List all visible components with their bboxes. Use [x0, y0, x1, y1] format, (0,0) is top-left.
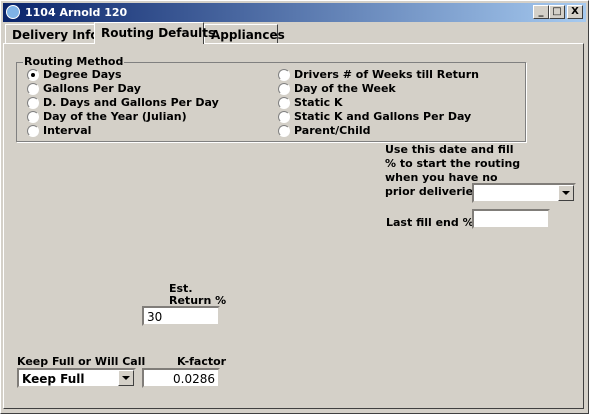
radio-button[interactable]	[27, 111, 39, 123]
radio-button[interactable]	[27, 97, 39, 109]
minimize-button[interactable]: _	[533, 5, 549, 19]
window-title: 1104 Arnold 120	[25, 6, 128, 19]
radio-selected-dot	[31, 73, 35, 77]
dropdown-button[interactable]	[118, 370, 134, 386]
radio-button[interactable]	[278, 111, 290, 123]
radio-button[interactable]	[27, 83, 39, 95]
fill-date-label-line-4: prior deliveries	[385, 185, 480, 198]
radio-button[interactable]	[278, 69, 290, 81]
fill-date-label-line-1: Use this date and fill	[385, 143, 514, 156]
est-return-input[interactable]: 30	[142, 306, 220, 326]
radio-button[interactable]	[278, 125, 290, 137]
maximize-button[interactable]: □	[549, 5, 565, 19]
routing-method-label: Routing Method	[23, 55, 125, 68]
radio-button[interactable]	[278, 83, 290, 95]
tab-appliances[interactable]: Appliances	[204, 24, 285, 43]
radio-label: Static K and Gallons Per Day	[294, 110, 472, 123]
radio-label: Drivers # of Weeks till Return	[294, 68, 480, 81]
radio-label: Interval	[43, 124, 92, 137]
kfactor-label: K-factor	[177, 355, 227, 368]
keep-full-dropdown[interactable]: Keep Full	[17, 368, 136, 388]
radio-label: D. Days and Gallons Per Day	[43, 96, 219, 109]
radio-button[interactable]	[278, 97, 290, 109]
radio-label: Degree Days	[43, 68, 122, 81]
keep-full-label: Keep Full or Will Call	[17, 355, 146, 368]
app-globe-icon	[6, 5, 20, 19]
close-button[interactable]: X	[567, 5, 583, 19]
radio-label: Day of the Year (Julian)	[43, 110, 187, 123]
radio-label: Parent/Child	[294, 124, 371, 137]
keep-full-value: Keep Full	[22, 372, 85, 386]
chevron-down-icon	[122, 376, 130, 380]
title-bar[interactable]: 1104 Arnold 120 _ □ X	[3, 3, 586, 22]
kfactor-input[interactable]: 0.0286	[142, 368, 220, 388]
tab-routing-defaults[interactable]: Routing Defaults	[94, 22, 215, 44]
chevron-down-icon	[562, 191, 570, 195]
tab-delivery-info[interactable]: Delivery Info.	[5, 24, 103, 43]
fill-date-label-line-2: % to start the routing	[385, 157, 521, 170]
radio-label: Day of the Week	[294, 82, 396, 95]
fill-date-dropdown[interactable]	[472, 183, 576, 203]
dropdown-button[interactable]	[558, 185, 574, 201]
radio-label: Static K	[294, 96, 343, 109]
last-fill-end-label: Last fill end %	[386, 216, 474, 229]
radio-button[interactable]	[27, 125, 39, 137]
radio-label: Gallons Per Day	[43, 82, 141, 95]
last-fill-end-input[interactable]	[472, 209, 550, 229]
radio-button[interactable]	[27, 69, 39, 81]
